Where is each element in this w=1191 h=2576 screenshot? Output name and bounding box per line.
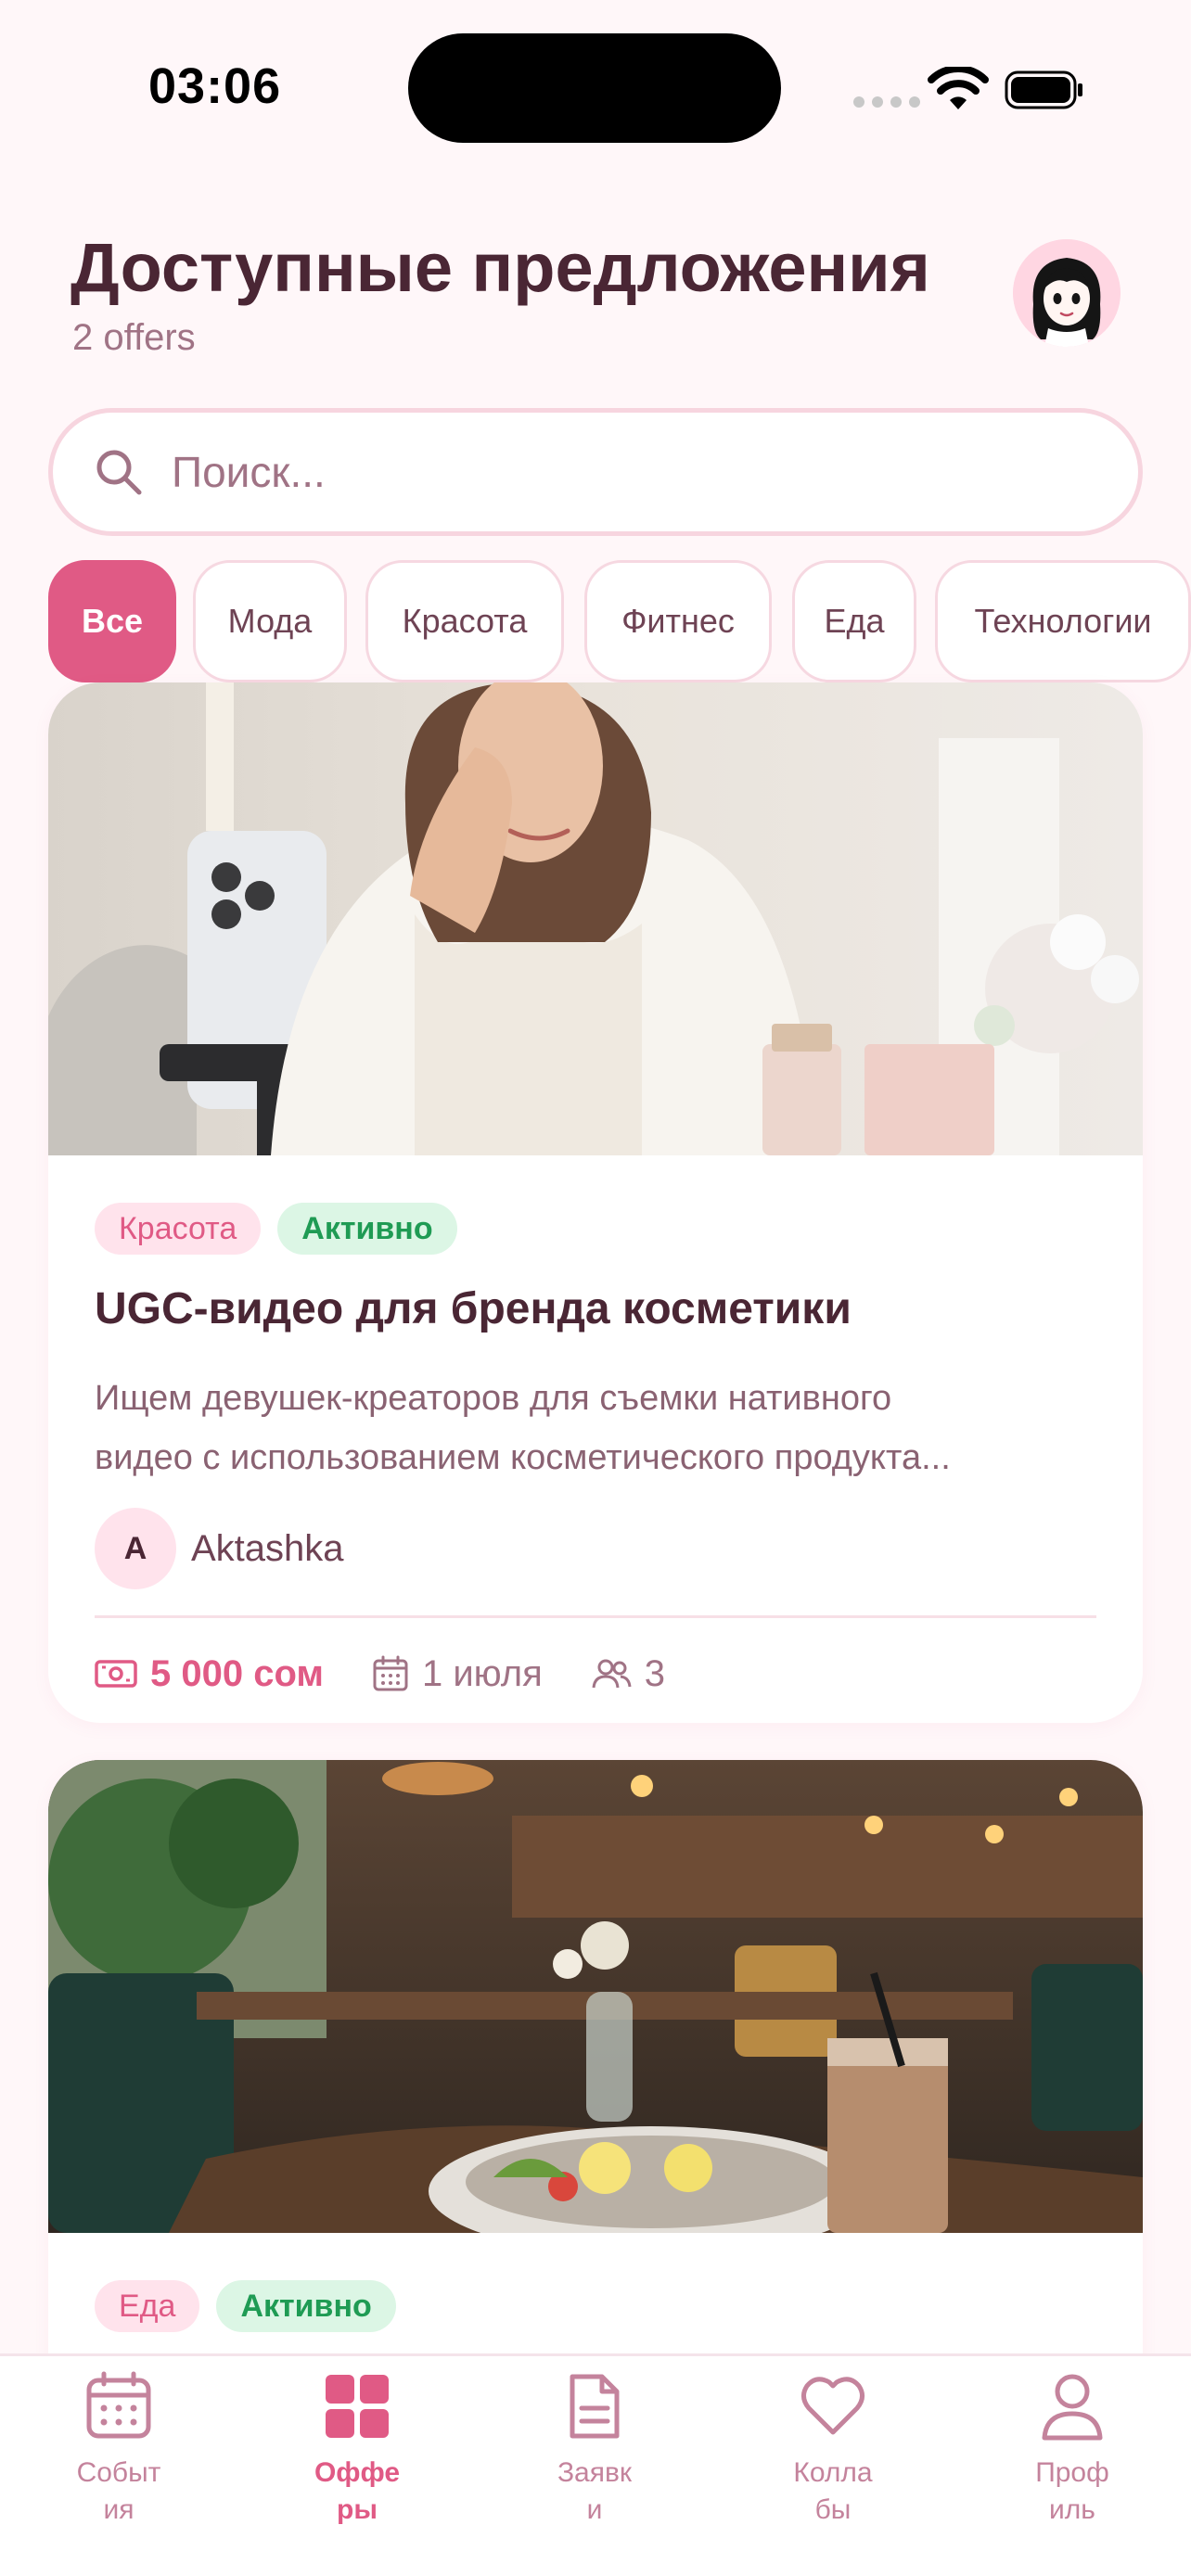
avatar-illustration-icon: [1013, 239, 1121, 347]
offer-date: 1 июля: [372, 1653, 543, 1695]
chip-technology[interactable]: Технологии: [935, 560, 1191, 682]
offer-price: 5 000 сом: [95, 1653, 324, 1695]
chip-fashion[interactable]: Мода: [193, 560, 347, 682]
status-bar: 03:06: [0, 0, 1191, 176]
nav-collabs[interactable]: Колла бы: [740, 2356, 926, 2576]
author-name: Aktashka: [191, 1527, 344, 1569]
nav-profile[interactable]: Проф иль: [980, 2356, 1165, 2576]
search-icon: [96, 450, 142, 495]
offer-author[interactable]: A Aktashka: [95, 1508, 344, 1589]
participants-value: 3: [644, 1652, 666, 1694]
offer-title: UGC-видео для бренда косметики: [95, 1284, 852, 1333]
offer-image: [48, 682, 1143, 1155]
nav-offers[interactable]: Оффе ры: [264, 2356, 450, 2576]
status-badge: Активно: [216, 2280, 396, 2332]
nav-profile-label: Проф иль: [1035, 2457, 1109, 2525]
status-time: 03:06: [148, 58, 282, 114]
grid-icon: [326, 2375, 389, 2438]
category-filter: Все Мода Красота Фитнес Еда Технологии: [48, 560, 1191, 682]
category-badge: Красота: [95, 1203, 262, 1255]
nav-collabs-label: Колла бы: [793, 2457, 873, 2525]
search-input[interactable]: [172, 447, 1006, 497]
offer-description-line: Ищем девушек-креаторов для съемки нативн…: [95, 1379, 892, 1418]
app-screen: 03:06 Доступные предложения 2 offers Пои…: [0, 0, 1191, 2576]
user-avatar[interactable]: [1013, 239, 1121, 347]
offers-count: 2 offers: [72, 317, 196, 358]
search-bar[interactable]: [48, 408, 1143, 536]
battery-icon: [1005, 70, 1082, 109]
calendar-icon: [373, 1655, 408, 1691]
divider: [95, 1615, 1096, 1618]
bottom-nav: Событ ия Оффе ры Заявк и Колла бы Проф и…: [0, 2353, 1191, 2576]
chip-all[interactable]: Все: [48, 560, 176, 682]
money-icon: [95, 1660, 137, 1688]
price-value: 5 000 сом: [150, 1652, 324, 1694]
heart-icon: [801, 2377, 864, 2435]
user-icon: [1042, 2374, 1103, 2441]
document-icon: [570, 2374, 620, 2439]
chip-food[interactable]: Еда: [792, 560, 916, 682]
author-avatar: A: [95, 1508, 176, 1589]
category-badge: Еда: [95, 2280, 200, 2332]
offer-participants: 3: [591, 1653, 665, 1695]
offer-description: Ищем девушек-креаторов для съемки нативн…: [95, 1369, 1106, 1487]
offer-description-line: видео с использованием косметического пр…: [95, 1438, 951, 1477]
nav-applications-label: Заявк и: [557, 2457, 633, 2525]
users-icon: [592, 1659, 632, 1689]
status-badge: Активно: [277, 1203, 457, 1255]
offer-badges: Еда Активно: [95, 2280, 396, 2332]
offer-meta: 5 000 сом 1 июля 3: [95, 1643, 713, 1704]
offer-card[interactable]: Красота Активно UGC-видео для бренда кос…: [48, 682, 1143, 1723]
wifi-icon: [928, 67, 989, 109]
chip-beauty[interactable]: Красота: [365, 560, 564, 682]
date-value: 1 июля: [421, 1652, 543, 1694]
page-title: Доступные предложения: [70, 229, 930, 306]
nav-offers-label: Оффе ры: [314, 2457, 401, 2525]
nav-events-label: Событ ия: [76, 2457, 161, 2525]
offer-image: [48, 1760, 1143, 2233]
signal-icon: [853, 96, 920, 108]
offer-badges: Красота Активно: [95, 1203, 457, 1255]
nav-events[interactable]: Событ ия: [26, 2356, 211, 2576]
dynamic-island: [408, 33, 781, 143]
nav-applications[interactable]: Заявк и: [502, 2356, 687, 2576]
chip-fitness[interactable]: Фитнес: [584, 560, 772, 682]
calendar-icon: [86, 2371, 151, 2439]
